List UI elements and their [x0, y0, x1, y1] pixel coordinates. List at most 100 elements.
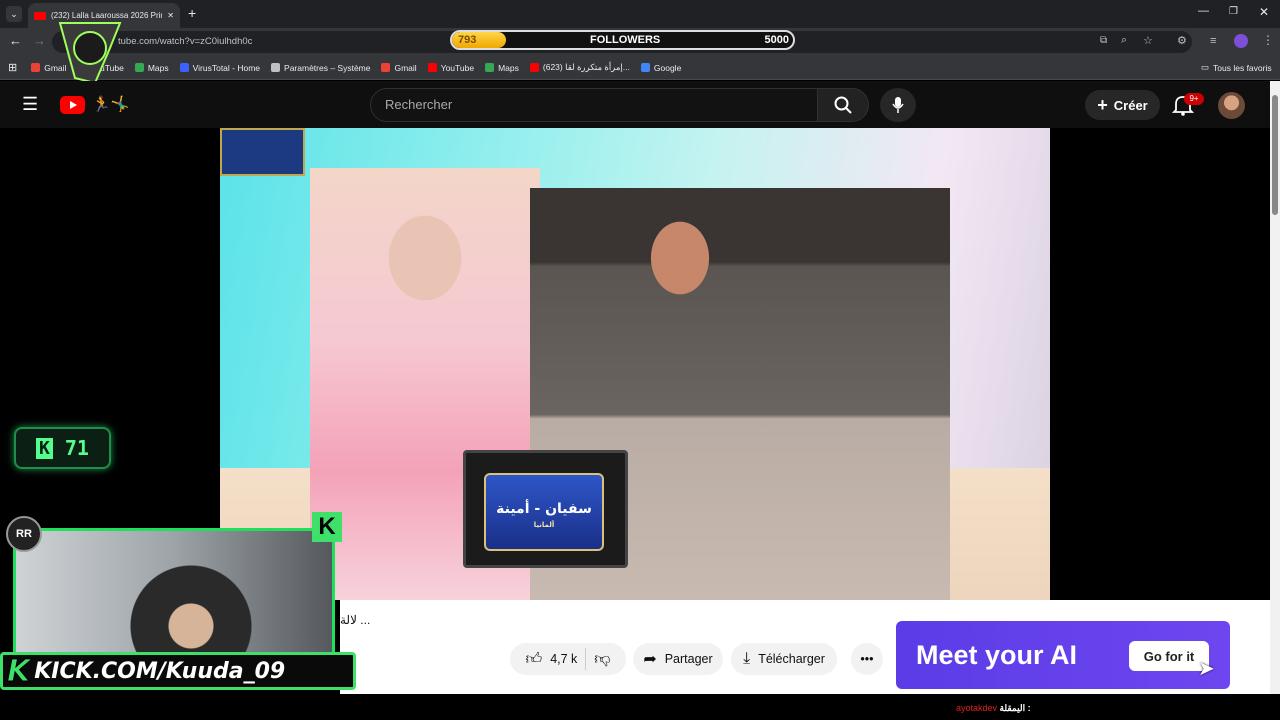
maps-icon — [134, 63, 144, 72]
kick-viewer-count: 71 — [64, 436, 89, 460]
ad-cta-button[interactable]: Go for it — [1129, 641, 1209, 671]
all-bookmarks-label: Tous les favoris — [1213, 62, 1272, 73]
cursor-pointer-icon: ➤ — [1198, 658, 1215, 680]
thumbs-down-icon[interactable]: 👎︎ — [594, 650, 610, 669]
bookmark-item[interactable]: Gmail — [381, 62, 417, 73]
all-bookmarks[interactable]: ▭ Tous les favoris — [1201, 62, 1272, 73]
followers-goal-bar: 793 FOLLOWERS 5000 — [450, 30, 795, 50]
bookmark-label: Gmail — [394, 62, 417, 73]
credit-text: ayotakdev اليمقلة : — [956, 703, 1031, 714]
ad-cta-label: Go for it — [1143, 648, 1195, 664]
bookmark-label: (623) إمرأة متكررة لقا... — [542, 62, 630, 72]
kick-viewer-badge: K 71 — [14, 427, 111, 469]
kick-logo-icon: K — [6, 653, 31, 689]
streamer-badge-logo: RR — [6, 516, 42, 552]
url-text: tube.com/watch?v=zC0iulhdh0c — [118, 36, 253, 47]
google-icon — [640, 63, 650, 72]
followers-label: FOLLOWERS — [590, 34, 661, 46]
menu-kebab-icon[interactable]: ⋮ — [1262, 33, 1274, 47]
install-app-icon[interactable]: ⧉ — [1100, 35, 1107, 46]
doodle-figures-icon[interactable]: 🏃🤸‍♂️ — [92, 95, 129, 113]
search-input[interactable]: Rechercher — [370, 88, 818, 122]
virustotal-icon — [179, 63, 189, 72]
like-dislike-group: 👍︎ 4,7 k 👎︎ — [510, 643, 626, 675]
bookmark-label: YouTube — [440, 62, 475, 73]
webcam-overlay — [13, 528, 335, 660]
gmail-icon — [381, 63, 391, 72]
like-count[interactable]: 4,7 k — [550, 652, 577, 666]
back-icon[interactable]: ← — [9, 33, 22, 48]
youtube-icon — [529, 63, 539, 72]
thumbs-up-icon[interactable]: 👍︎ — [525, 650, 542, 669]
apps-grid-icon[interactable]: ⊞ — [8, 61, 17, 74]
forward-icon[interactable]: → — [33, 33, 46, 48]
account-avatar[interactable] — [1218, 92, 1245, 119]
bookmark-label: Maps — [498, 62, 519, 73]
bookmark-item[interactable]: (623) إمرأة متكررة لقا... — [529, 62, 630, 73]
name-card-plate: سفيان - أمينة ألمانيا — [484, 473, 604, 551]
gear-icon — [271, 63, 281, 72]
restore-icon[interactable]: ❐ — [1229, 6, 1238, 17]
bookmarks-bar: ⊞ Gmail YouTube Maps VirusTotal - Home Param… — [0, 56, 1280, 80]
bookmark-star-icon[interactable]: ☆ — [1143, 34, 1153, 47]
download-label: Télécharger — [758, 652, 825, 666]
name-card-country: ألمانيا — [533, 521, 555, 529]
download-button[interactable]: ⤓ Télécharger — [731, 643, 837, 675]
new-tab-icon[interactable]: + — [188, 5, 196, 21]
video-corner-card — [220, 128, 305, 176]
ad-headline: Meet your AI — [916, 639, 1078, 670]
kick-corner-k-icon: K — [312, 512, 342, 542]
more-actions-button[interactable]: ••• — [851, 643, 883, 675]
extensions-icon[interactable]: ⚙ — [1177, 34, 1187, 47]
bookmark-item[interactable]: Maps — [134, 62, 169, 73]
microphone-icon — [892, 97, 904, 113]
bookmark-label: Google — [653, 62, 682, 73]
stream-logo-overlay — [58, 22, 122, 85]
maps-icon — [485, 63, 495, 72]
bookmark-item[interactable]: Google — [640, 62, 682, 73]
create-button[interactable]: + Créer — [1085, 90, 1160, 120]
voice-search-button[interactable] — [880, 88, 916, 122]
close-tab-icon[interactable]: ✕ — [167, 11, 174, 20]
bookmark-item[interactable]: VirusTotal - Home — [179, 62, 261, 73]
name-card-names: سفيان - أمينة — [496, 501, 592, 517]
share-arrow-icon: ➦ — [643, 651, 657, 668]
download-icon: ⤓ — [743, 650, 751, 667]
followers-current: 793 — [458, 34, 477, 46]
bookmark-label: Paramètres – Système — [284, 62, 371, 73]
bookmark-item[interactable]: YouTube — [427, 62, 475, 73]
create-label: Créer — [1113, 97, 1148, 113]
bookmark-item[interactable]: Paramètres – Système — [271, 62, 370, 73]
youtube-logo-icon[interactable] — [60, 96, 85, 114]
kick-url: KICK.COM/Kuuda_09 — [34, 658, 286, 684]
tab-strip: ⌄ (232) Lalla Laaroussa 2026 Prim ✕ + — … — [0, 0, 1280, 28]
tab-search-chevron-icon[interactable]: ⌄ — [6, 6, 22, 22]
scrollbar-thumb[interactable] — [1272, 95, 1278, 215]
kick-k-icon: K — [36, 437, 53, 459]
minimize-icon[interactable]: — — [1198, 5, 1209, 17]
more-dots-icon: ••• — [860, 652, 874, 666]
search-icon — [834, 96, 852, 114]
bookmark-item[interactable]: Maps — [485, 62, 519, 73]
video-player[interactable]: سفيان - أمينة ألمانيا — [220, 128, 1050, 600]
share-button[interactable]: ➦ Partager — [633, 643, 723, 675]
search-button[interactable] — [817, 88, 869, 122]
like-divider — [585, 648, 587, 670]
share-label: Partager — [664, 652, 713, 666]
close-window-icon[interactable]: ✕ — [1259, 5, 1269, 19]
zoom-icon[interactable]: ⌕ — [1121, 34, 1127, 47]
media-controls-icon[interactable]: ≡ — [1210, 35, 1216, 47]
bottom-strip — [0, 694, 1280, 720]
plus-icon: + — [1097, 94, 1108, 115]
bookmark-label: Maps — [147, 62, 169, 73]
hamburger-menu-icon[interactable]: ☰ — [22, 94, 38, 115]
name-card: سفيان - أمينة ألمانيا — [463, 450, 628, 568]
profile-icon[interactable] — [1234, 34, 1248, 48]
bookmark-label: VirusTotal - Home — [192, 62, 261, 73]
youtube-icon — [34, 11, 46, 20]
notification-count-badge: 9+ — [1184, 93, 1204, 105]
followers-goal: 5000 — [764, 34, 789, 46]
youtube-icon — [427, 63, 437, 72]
bookmark-list: Gmail YouTube Maps VirusTotal - Home Paramèt… — [31, 62, 692, 73]
video-title: لالة ... — [340, 613, 371, 627]
